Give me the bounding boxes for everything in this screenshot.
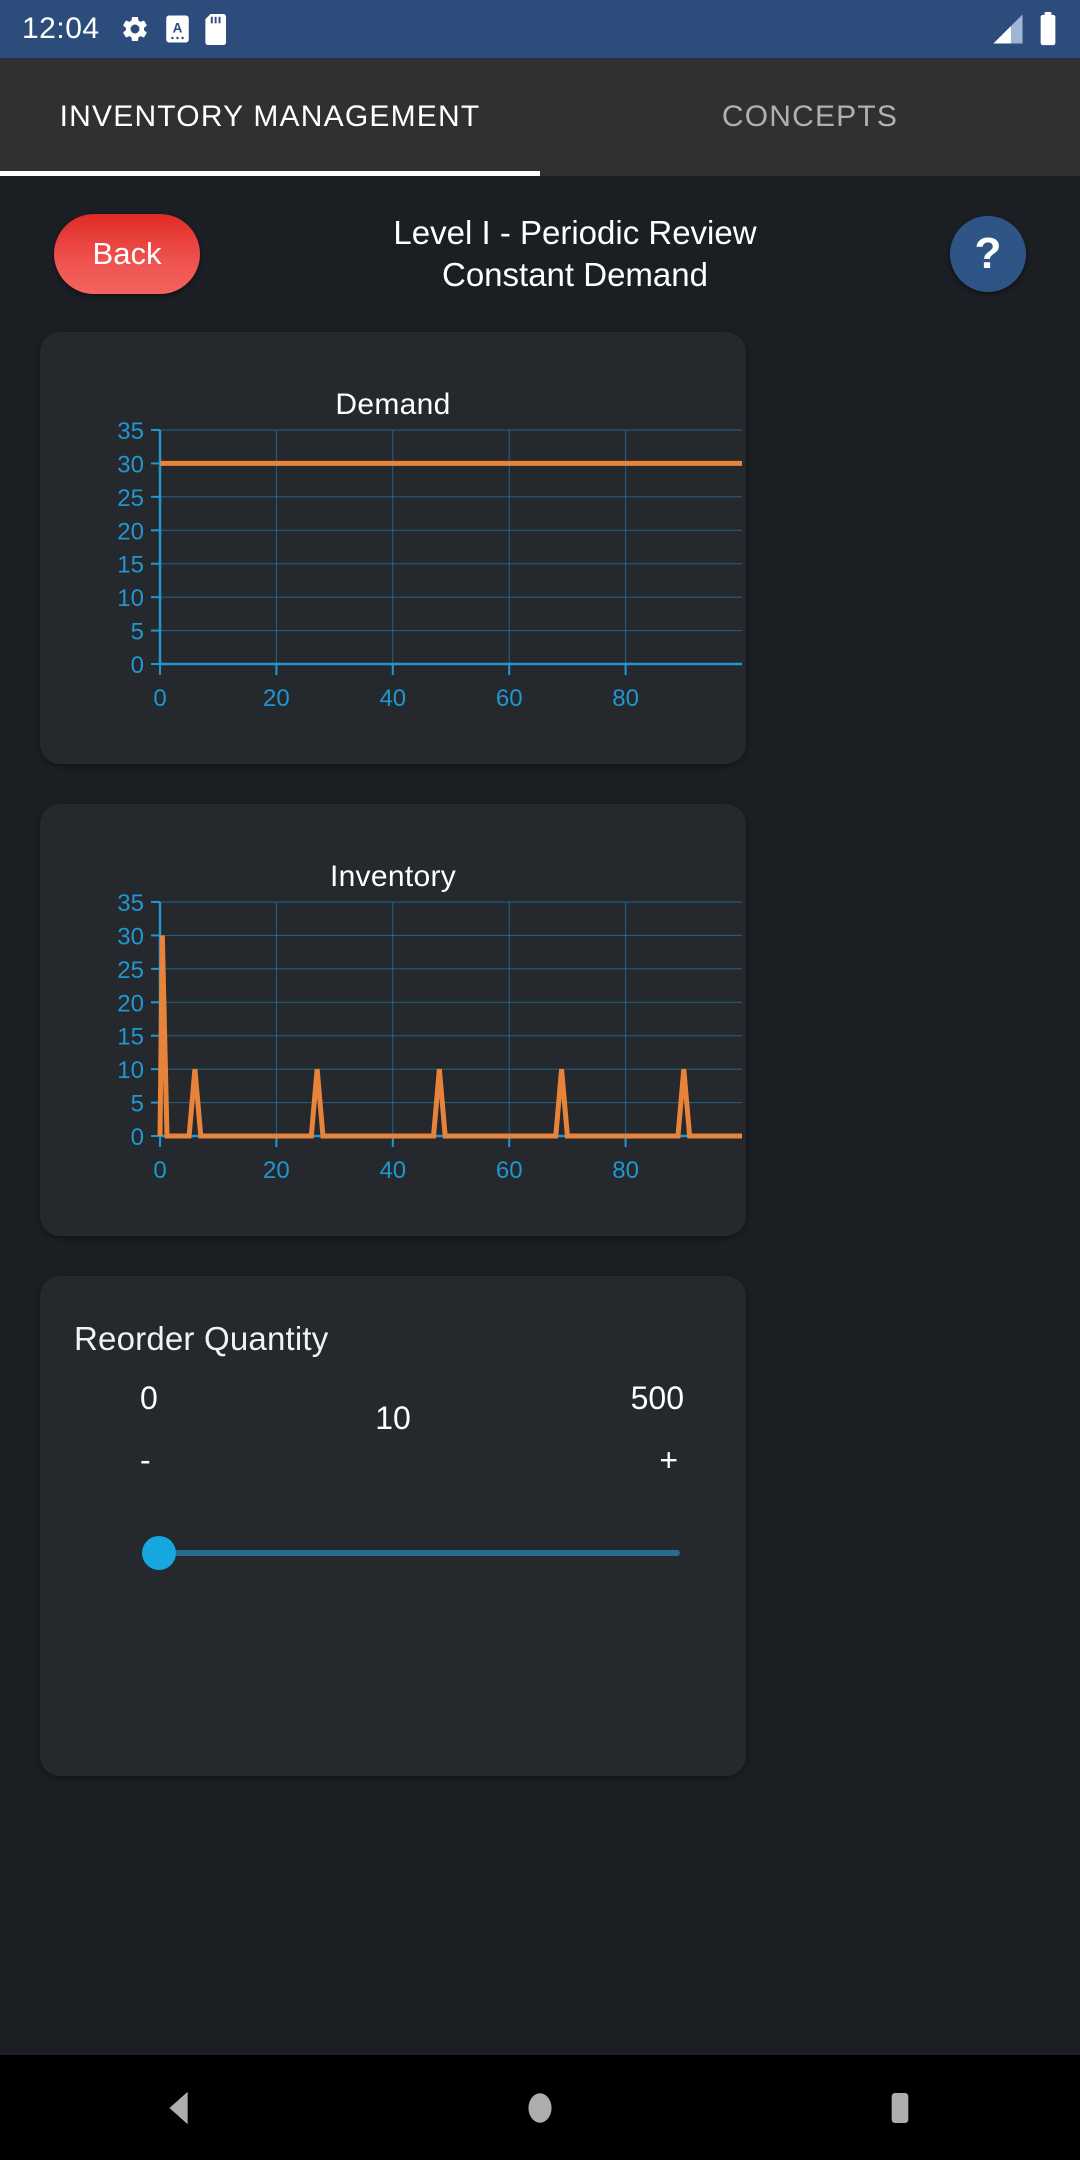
- tab-bar: INVENTORY MANAGEMENT CONCEPTS: [0, 58, 1080, 176]
- reorder-quantity-slider-track[interactable]: [148, 1550, 680, 1556]
- svg-text:5: 5: [131, 619, 144, 646]
- svg-text:60: 60: [496, 685, 523, 712]
- svg-text:20: 20: [263, 1157, 290, 1184]
- svg-text:80: 80: [612, 685, 639, 712]
- svg-text:20: 20: [117, 518, 144, 545]
- svg-text:0: 0: [153, 1157, 166, 1184]
- svg-text:25: 25: [117, 485, 144, 512]
- demand-chart-title: Demand: [335, 388, 451, 421]
- reorder-quantity-card: Reorder Quantity 0 10 500 - +: [40, 1276, 746, 1776]
- app-screen: 12:04 A INVENTORY MANAGEMENT CONCEPTS Ba…: [0, 0, 1080, 2160]
- reorder-quantity-stepper: - +: [40, 1442, 746, 1496]
- svg-text:10: 10: [117, 1057, 144, 1084]
- demand-chart-card: Demand 0 5 10 15 20 25 30 35 0 20 40 60 80: [40, 332, 746, 764]
- tab-inventory-management[interactable]: INVENTORY MANAGEMENT: [0, 58, 540, 176]
- tab-concepts[interactable]: CONCEPTS: [540, 58, 1080, 176]
- circle-home-icon: [519, 2085, 561, 2131]
- demand-chart-svg: 0 5 10 15 20 25 30 35 0 20 40 60 80: [117, 422, 742, 712]
- system-navigation-bar: [0, 2055, 1080, 2160]
- sd-card-icon: [204, 13, 229, 45]
- demand-chart-plot: 0 5 10 15 20 25 30 35 0 20 40 60 80: [40, 422, 746, 742]
- tab-inventory-management-label: INVENTORY MANAGEMENT: [59, 100, 481, 133]
- svg-text:35: 35: [117, 422, 144, 445]
- reorder-quantity-label: Reorder Quantity: [74, 1320, 329, 1357]
- reorder-quantity-increment-button[interactable]: +: [659, 1442, 678, 1479]
- svg-text:30: 30: [117, 923, 144, 950]
- reorder-quantity-values: 0 10 500: [40, 1380, 746, 1442]
- svg-text:10: 10: [117, 585, 144, 612]
- inventory-chart-title: Inventory: [329, 860, 457, 893]
- gear-icon: [120, 14, 150, 44]
- help-button[interactable]: ?: [950, 216, 1026, 292]
- page-title-line2: Constant Demand: [442, 256, 708, 293]
- square-recents-icon: [880, 2086, 920, 2130]
- screen-header: Back Level I - Periodic Review Constant …: [0, 176, 1080, 332]
- svg-text:0: 0: [153, 685, 166, 712]
- reorder-quantity-decrement-button[interactable]: -: [140, 1442, 151, 1479]
- svg-text:20: 20: [117, 990, 144, 1017]
- nav-home-button[interactable]: [480, 2055, 600, 2160]
- svg-text:60: 60: [496, 1157, 523, 1184]
- reorder-quantity-max: 500: [630, 1380, 684, 1416]
- svg-text:30: 30: [117, 451, 144, 478]
- inventory-chart-card: Inventory 0 5 10 15 20 25 30 35 0 20 40 60 80: [40, 804, 746, 1236]
- back-button[interactable]: Back: [54, 214, 200, 294]
- svg-text:35: 35: [117, 894, 144, 917]
- svg-text:A: A: [172, 20, 182, 35]
- status-bar-icon-group: A: [120, 13, 229, 45]
- svg-text:0: 0: [131, 1124, 144, 1151]
- status-bar-right-group: [990, 12, 1058, 46]
- svg-text:25: 25: [117, 957, 144, 984]
- page-title-line1: Level I - Periodic Review: [393, 214, 757, 251]
- inventory-chart-plot: 0 5 10 15 20 25 30 35 0 20 40 60 80: [40, 894, 746, 1214]
- tab-concepts-label: CONCEPTS: [721, 100, 899, 133]
- battery-icon: [1038, 12, 1058, 46]
- status-bar: 12:04 A: [0, 0, 1080, 58]
- status-bar-clock: 12:04: [22, 12, 100, 45]
- inventory-chart-svg: 0 5 10 15 20 25 30 35 0 20 40 60 80: [117, 894, 742, 1184]
- svg-text:5: 5: [131, 1091, 144, 1118]
- svg-text:40: 40: [379, 1157, 406, 1184]
- reorder-quantity-slider-thumb[interactable]: [141, 1536, 176, 1570]
- signal-icon: [990, 13, 1026, 45]
- nav-back-button[interactable]: [120, 2055, 240, 2160]
- svg-text:0: 0: [131, 652, 144, 679]
- reorder-quantity-slider[interactable]: [76, 1524, 710, 1584]
- svg-text:15: 15: [117, 1024, 144, 1051]
- page-title: Level I - Periodic Review Constant Deman…: [200, 212, 950, 296]
- svg-text:20: 20: [263, 685, 290, 712]
- svg-text:40: 40: [379, 685, 406, 712]
- triangle-back-icon: [157, 2085, 203, 2131]
- svg-text:15: 15: [117, 552, 144, 579]
- nav-recents-button[interactable]: [840, 2055, 960, 2160]
- svg-text:80: 80: [612, 1157, 639, 1184]
- letter-a-icon: A: [164, 14, 191, 44]
